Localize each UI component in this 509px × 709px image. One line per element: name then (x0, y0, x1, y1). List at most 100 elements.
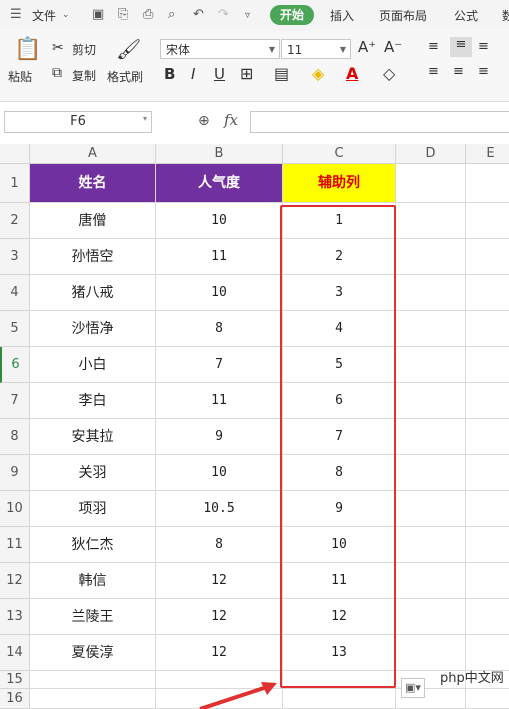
table-cell[interactable]: 兰陵王 (30, 599, 156, 635)
scissors-icon[interactable]: ✂ (52, 40, 64, 56)
empty-cell[interactable] (396, 455, 466, 491)
table-cell[interactable]: 4 (283, 311, 396, 347)
row-header-1[interactable]: 1 (0, 164, 30, 203)
table-cell[interactable]: 10 (156, 455, 283, 491)
empty-cell[interactable] (396, 527, 466, 563)
formula-input[interactable] (250, 111, 509, 133)
empty-cell[interactable] (396, 563, 466, 599)
tab-formulas[interactable]: 公式 (454, 7, 478, 24)
header-cell[interactable]: 人气度 (156, 164, 283, 203)
empty-cell[interactable] (396, 491, 466, 527)
table-cell[interactable]: 沙悟净 (30, 311, 156, 347)
format-painter-button[interactable]: 格式刷 (107, 68, 143, 85)
row-header-5[interactable]: 5 (0, 311, 30, 347)
column-header-d[interactable]: D (396, 144, 466, 164)
name-box[interactable]: F6 (4, 111, 152, 133)
table-cell[interactable]: 小白 (30, 347, 156, 383)
paste-icon[interactable]: 📋 (14, 37, 41, 62)
tab-insert[interactable]: 插入 (330, 7, 354, 24)
decrease-font-icon[interactable]: A⁻ (384, 38, 402, 56)
undo-icon[interactable]: ↶ (193, 7, 204, 22)
empty-cell[interactable] (396, 239, 466, 275)
fx-button[interactable]: fx (224, 111, 238, 129)
table-cell[interactable]: 12 (156, 563, 283, 599)
row-header-6[interactable]: 6 (0, 347, 30, 383)
empty-cell[interactable] (396, 164, 466, 203)
header-cell[interactable]: 辅助列 (283, 164, 396, 203)
export-icon[interactable]: ⎘ (118, 7, 128, 22)
empty-cell[interactable] (466, 383, 509, 419)
table-cell[interactable]: 唐僧 (30, 203, 156, 239)
align-bottom-icon[interactable]: ≡ (478, 39, 489, 54)
row-header-3[interactable]: 3 (0, 239, 30, 275)
table-cell[interactable]: 7 (156, 347, 283, 383)
empty-cell[interactable] (466, 347, 509, 383)
row-header-7[interactable]: 7 (0, 383, 30, 419)
column-header-e[interactable]: E (466, 144, 509, 164)
align-left-icon[interactable]: ≡ (428, 64, 439, 79)
table-cell[interactable]: 李白 (30, 383, 156, 419)
row-header-9[interactable]: 9 (0, 455, 30, 491)
redo-icon[interactable]: ↷ (218, 7, 229, 22)
empty-cell[interactable] (466, 239, 509, 275)
empty-cell[interactable] (466, 599, 509, 635)
underline-button[interactable]: U (214, 65, 225, 83)
row-header-16[interactable]: 16 (0, 689, 30, 709)
empty-cell[interactable] (396, 599, 466, 635)
empty-cell[interactable] (396, 311, 466, 347)
empty-cell[interactable] (466, 527, 509, 563)
row-header-8[interactable]: 8 (0, 419, 30, 455)
empty-cell[interactable] (466, 491, 509, 527)
column-header-b[interactable]: B (156, 144, 283, 164)
font-size-select[interactable]: 11 ▼ (281, 39, 351, 59)
table-cell[interactable]: 9 (156, 419, 283, 455)
paste-button[interactable]: 粘贴 (8, 68, 32, 85)
table-cell[interactable]: 6 (283, 383, 396, 419)
row-header-15[interactable]: 15 (0, 671, 30, 689)
format-painter-icon[interactable]: 🖌 (116, 37, 141, 61)
table-cell[interactable]: 夏侯淳 (30, 635, 156, 671)
table-cell[interactable]: 猪八戒 (30, 275, 156, 311)
row-header-14[interactable]: 14 (0, 635, 30, 671)
empty-cell[interactable] (466, 635, 509, 671)
table-cell[interactable]: 10 (283, 527, 396, 563)
table-cell[interactable]: 9 (283, 491, 396, 527)
fill-pattern-icon[interactable]: ▤ (274, 64, 289, 83)
tab-page-layout[interactable]: 页面布局 (379, 7, 427, 24)
file-menu[interactable]: 文件 (32, 7, 56, 24)
table-cell[interactable]: 10 (156, 203, 283, 239)
chevron-down-icon[interactable]: ⌄ (62, 10, 70, 20)
table-cell[interactable]: 13 (283, 635, 396, 671)
table-cell[interactable]: 狄仁杰 (30, 527, 156, 563)
table-cell[interactable]: 8 (283, 455, 396, 491)
increase-font-icon[interactable]: A⁺ (358, 38, 376, 56)
align-right-icon[interactable]: ≡ (478, 64, 489, 79)
zoom-icon[interactable]: ⊕ (198, 113, 210, 129)
table-cell[interactable]: 孙悟空 (30, 239, 156, 275)
chevron-down-icon[interactable]: ▾ (143, 114, 147, 123)
table-cell[interactable]: 韩信 (30, 563, 156, 599)
row-header-13[interactable]: 13 (0, 599, 30, 635)
empty-cell[interactable] (466, 164, 509, 203)
save-icon[interactable]: ▣ (92, 7, 104, 22)
table-cell[interactable]: 12 (156, 635, 283, 671)
row-header-12[interactable]: 12 (0, 563, 30, 599)
table-cell[interactable]: 3 (283, 275, 396, 311)
align-top-icon[interactable]: ≡ (428, 39, 439, 54)
table-cell[interactable]: 8 (156, 311, 283, 347)
table-cell[interactable]: 10 (156, 275, 283, 311)
table-cell[interactable]: 11 (156, 383, 283, 419)
fill-color-icon[interactable]: ◈ (312, 64, 324, 83)
copy-button[interactable]: 复制 (72, 67, 96, 84)
empty-cell[interactable] (396, 347, 466, 383)
align-middle-icon[interactable]: ≡ (450, 37, 472, 57)
row-header-2[interactable]: 2 (0, 203, 30, 239)
empty-cell[interactable] (466, 203, 509, 239)
table-cell[interactable]: 5 (283, 347, 396, 383)
row-header-10[interactable]: 10 (0, 491, 30, 527)
select-all-corner[interactable] (0, 144, 30, 164)
header-cell[interactable]: 姓名 (30, 164, 156, 203)
bold-button[interactable]: B (164, 65, 175, 83)
empty-cell[interactable] (396, 383, 466, 419)
empty-cell[interactable] (396, 419, 466, 455)
